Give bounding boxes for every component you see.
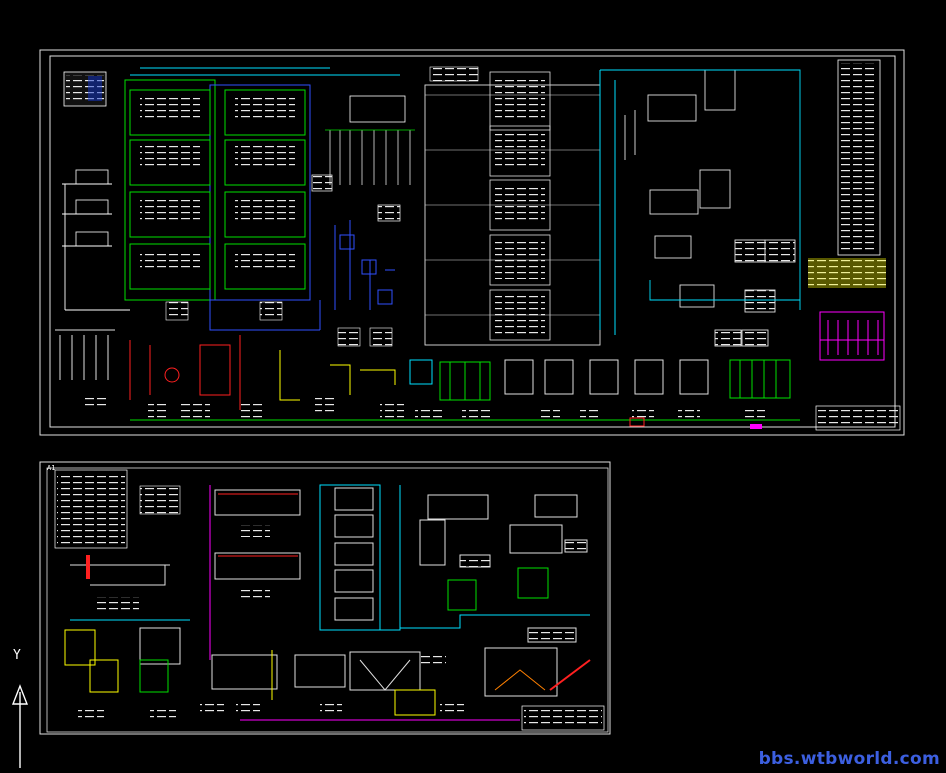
ucs-axis-icon [11,684,29,768]
title-block-bottom [521,705,605,731]
blue-pump-group [334,220,395,347]
left-tanks [62,169,130,311]
magenta-equipment [819,311,885,361]
filter-bank-bottom [209,485,301,660]
left-valve-stack [55,329,115,380]
top-sheet [39,49,905,436]
ro-train-block [424,66,616,346]
filter-bank-left [124,67,400,331]
ro-train-bottom [319,484,401,631]
legend-table-top [63,71,107,107]
yellow-notes [808,258,886,288]
watermark-text: bbs.wtbworld.com [758,749,940,769]
right-tanks [600,69,801,347]
title-block-top [815,405,901,431]
sheet-size-label: A1 [47,464,56,472]
bottom-equipment-row [82,335,800,429]
tanks-bottom-right [400,494,590,643]
column-array [311,95,415,222]
bottom-left-pumps [64,619,190,720]
ucs-y-label: Y [13,648,21,663]
bottom-sheet [39,461,611,735]
inlet-channel [70,555,170,611]
cad-drawing-canvas [11,49,905,768]
title-column [837,59,881,256]
legend-table-bottom [54,469,181,549]
